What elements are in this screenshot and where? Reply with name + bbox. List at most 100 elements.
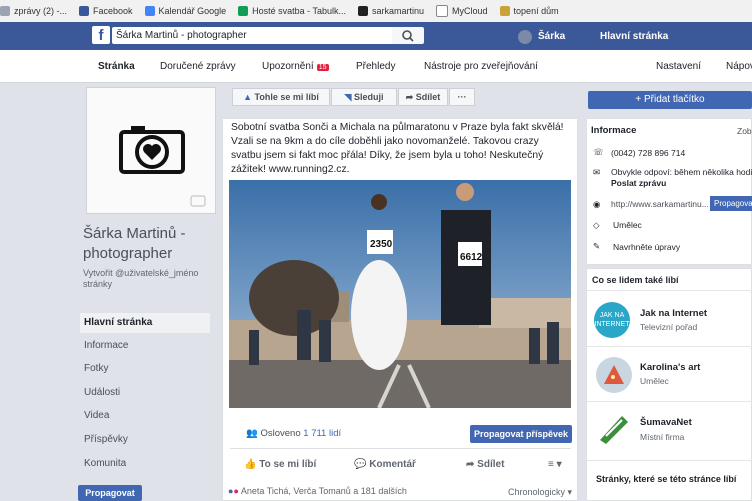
- divider: [587, 460, 752, 461]
- post-text: Sobotní svatba Sonči a Michala na půlmar…: [231, 122, 564, 175]
- wedding-run-photo: 2350 6612: [229, 180, 571, 408]
- left-nav-community[interactable]: Komunita: [80, 454, 210, 474]
- phone-icon: ☏: [593, 147, 604, 157]
- divider: [587, 401, 752, 402]
- post-like-button[interactable]: 👍 To se mi líbí: [244, 459, 316, 470]
- left-nav-posts[interactable]: Příspěvky: [80, 430, 210, 450]
- search-button[interactable]: [392, 27, 424, 44]
- share-arrow-icon: ➦: [466, 459, 475, 470]
- tab-insights[interactable]: Přehledy: [356, 61, 395, 72]
- post-photo[interactable]: 2350 6612: [229, 180, 571, 408]
- bookmark-guests-sheet[interactable]: Hosté svatba - Tabulk...: [238, 6, 346, 16]
- thumbs-up-icon: ▲: [243, 92, 253, 102]
- folder-icon: [499, 6, 510, 16]
- jak-na-internet-avatar[interactable]: JAK NA INTERNET: [594, 302, 630, 338]
- home-link[interactable]: Hlavní stránka: [600, 31, 668, 42]
- liked-by-page-title: Stránky, které se této stránce líbí: [596, 474, 737, 484]
- add-button-button[interactable]: + Přidat tlačítko: [588, 91, 752, 109]
- chevron-down-icon: ≡ ▾: [548, 459, 562, 470]
- response-time: Obvykle odpoví: během několika hodin: [611, 167, 752, 177]
- post-reach-count[interactable]: 1 711 lidí: [303, 428, 341, 439]
- post-reach: 👥 Osloveno 1 711 lidí: [246, 428, 341, 439]
- like-page-label: Tohle se mi líbí: [254, 92, 319, 102]
- send-message-link[interactable]: Poslat zprávu: [611, 178, 666, 188]
- page-title: Šárka Martinů - photographer: [83, 225, 186, 262]
- tab-publishing-tools[interactable]: Nástroje pro zveřejňování: [424, 61, 538, 72]
- pencil-icon: ✎: [593, 241, 601, 251]
- profile-picture[interactable]: [86, 87, 216, 214]
- people-icon: 👥: [246, 428, 258, 439]
- related-page-name[interactable]: Karolina's art: [640, 362, 700, 373]
- post-reach-label: Osloveno: [260, 428, 301, 439]
- bookmark-sarkamartinu[interactable]: sarkamartinu: [358, 6, 424, 16]
- karolinas-art-avatar[interactable]: [596, 357, 632, 393]
- sumavanet-avatar[interactable]: [596, 410, 632, 446]
- suggest-edits-link[interactable]: Navrhněte úpravy: [613, 242, 680, 252]
- promote-button[interactable]: Propagovat: [78, 485, 142, 501]
- comment-sort-dropdown[interactable]: Chronologicky ▾: [508, 487, 572, 498]
- sumavanet-logo-icon: [600, 416, 628, 444]
- bookmark-item[interactable]: zprávy (2) -...: [0, 6, 67, 16]
- profile-link[interactable]: Šárka: [538, 31, 565, 42]
- post-like-label: To se mi líbí: [259, 459, 317, 470]
- avatar[interactable]: [518, 30, 532, 44]
- website-link[interactable]: http://www.sarkamartinu...: [611, 199, 709, 209]
- tab-inbox[interactable]: Doručené zprávy: [160, 61, 236, 72]
- follow-button[interactable]: ◥ Sleduji: [331, 88, 397, 106]
- share-page-button[interactable]: ➦ Sdílet: [398, 88, 448, 106]
- related-page-name[interactable]: Jak na Internet: [640, 308, 707, 319]
- globe-icon: ◉: [593, 199, 601, 209]
- related-page-name[interactable]: ŠumavaNet: [640, 417, 692, 428]
- notification-badge: 15: [316, 64, 329, 71]
- promote-website-button[interactable]: Propagovat: [710, 196, 752, 211]
- page-icon: [436, 5, 449, 17]
- chevron-down-icon: ▾: [567, 487, 573, 497]
- tab-page[interactable]: Stránka: [98, 61, 135, 72]
- rss-icon: ◥: [344, 92, 352, 102]
- thumbs-up-icon: 👍: [244, 459, 257, 470]
- bookmark-icon: [0, 6, 10, 16]
- follow-label: Sleduji: [353, 92, 384, 102]
- related-page-category: Televizní pořad: [640, 322, 698, 332]
- info-title: Informace: [591, 125, 637, 136]
- post-audience-dropdown[interactable]: ≡ ▾: [548, 459, 562, 470]
- like-page-button[interactable]: ▲ Tohle se mi líbí: [232, 88, 330, 106]
- bookmark-mycloud[interactable]: MyCloud: [436, 5, 488, 17]
- post-divider: [230, 448, 571, 449]
- create-username-link[interactable]: Vytvořit @uživatelské_jméno stránky: [83, 268, 218, 290]
- divider: [587, 290, 752, 291]
- left-nav-photos[interactable]: Fotky: [80, 359, 210, 379]
- related-page-category: Umělec: [640, 376, 669, 386]
- bookmark-google-calendar[interactable]: Kalendář Google: [144, 6, 226, 16]
- heart-logo-icon: [358, 6, 368, 16]
- left-nav-events[interactable]: Události: [80, 383, 210, 403]
- groom-bib-number: 6612: [460, 252, 483, 263]
- search-input[interactable]: Šárka Martinů - photographer: [112, 27, 392, 44]
- divider: [587, 346, 752, 347]
- post-share-button[interactable]: ➦ Sdílet: [466, 459, 504, 470]
- search-icon: [402, 30, 414, 42]
- facebook-icon: [79, 6, 90, 16]
- comment-icon: 💬: [354, 459, 367, 470]
- bookmark-topeni[interactable]: topení dům: [499, 6, 559, 16]
- tab-help[interactable]: Nápověda: [726, 61, 752, 72]
- bookmarks-bar: zprávy (2) -... Facebook Kalendář Google…: [0, 0, 752, 23]
- tab-settings[interactable]: Nastavení: [656, 61, 701, 72]
- left-nav-home[interactable]: Hlavní stránka: [80, 313, 210, 333]
- post-comment-button[interactable]: 💬 Komentář: [354, 459, 416, 470]
- share-page-label: Sdílet: [415, 92, 441, 102]
- post-reactions[interactable]: ●● Aneta Tichá, Verča Tomanů a 181 další…: [228, 486, 407, 496]
- facebook-logo-icon[interactable]: f: [92, 26, 110, 44]
- more-options-button[interactable]: ···: [449, 88, 475, 106]
- left-nav-about[interactable]: Informace: [80, 336, 210, 356]
- comment-sort-label: Chronologicky: [508, 487, 566, 497]
- pizza-slice-icon: [604, 365, 624, 384]
- tab-notifications[interactable]: Upozornění 15: [262, 61, 329, 72]
- calendar-icon: [144, 6, 155, 16]
- left-nav-videos[interactable]: Videa: [80, 406, 210, 426]
- category-link[interactable]: Umělec: [613, 220, 642, 230]
- see-all-link[interactable]: Zobrazit vše: [737, 126, 752, 136]
- camera-heart-logo-icon: [119, 126, 206, 207]
- bookmark-facebook[interactable]: Facebook: [79, 6, 133, 16]
- boost-post-button[interactable]: Propagovat příspěvek: [470, 425, 572, 443]
